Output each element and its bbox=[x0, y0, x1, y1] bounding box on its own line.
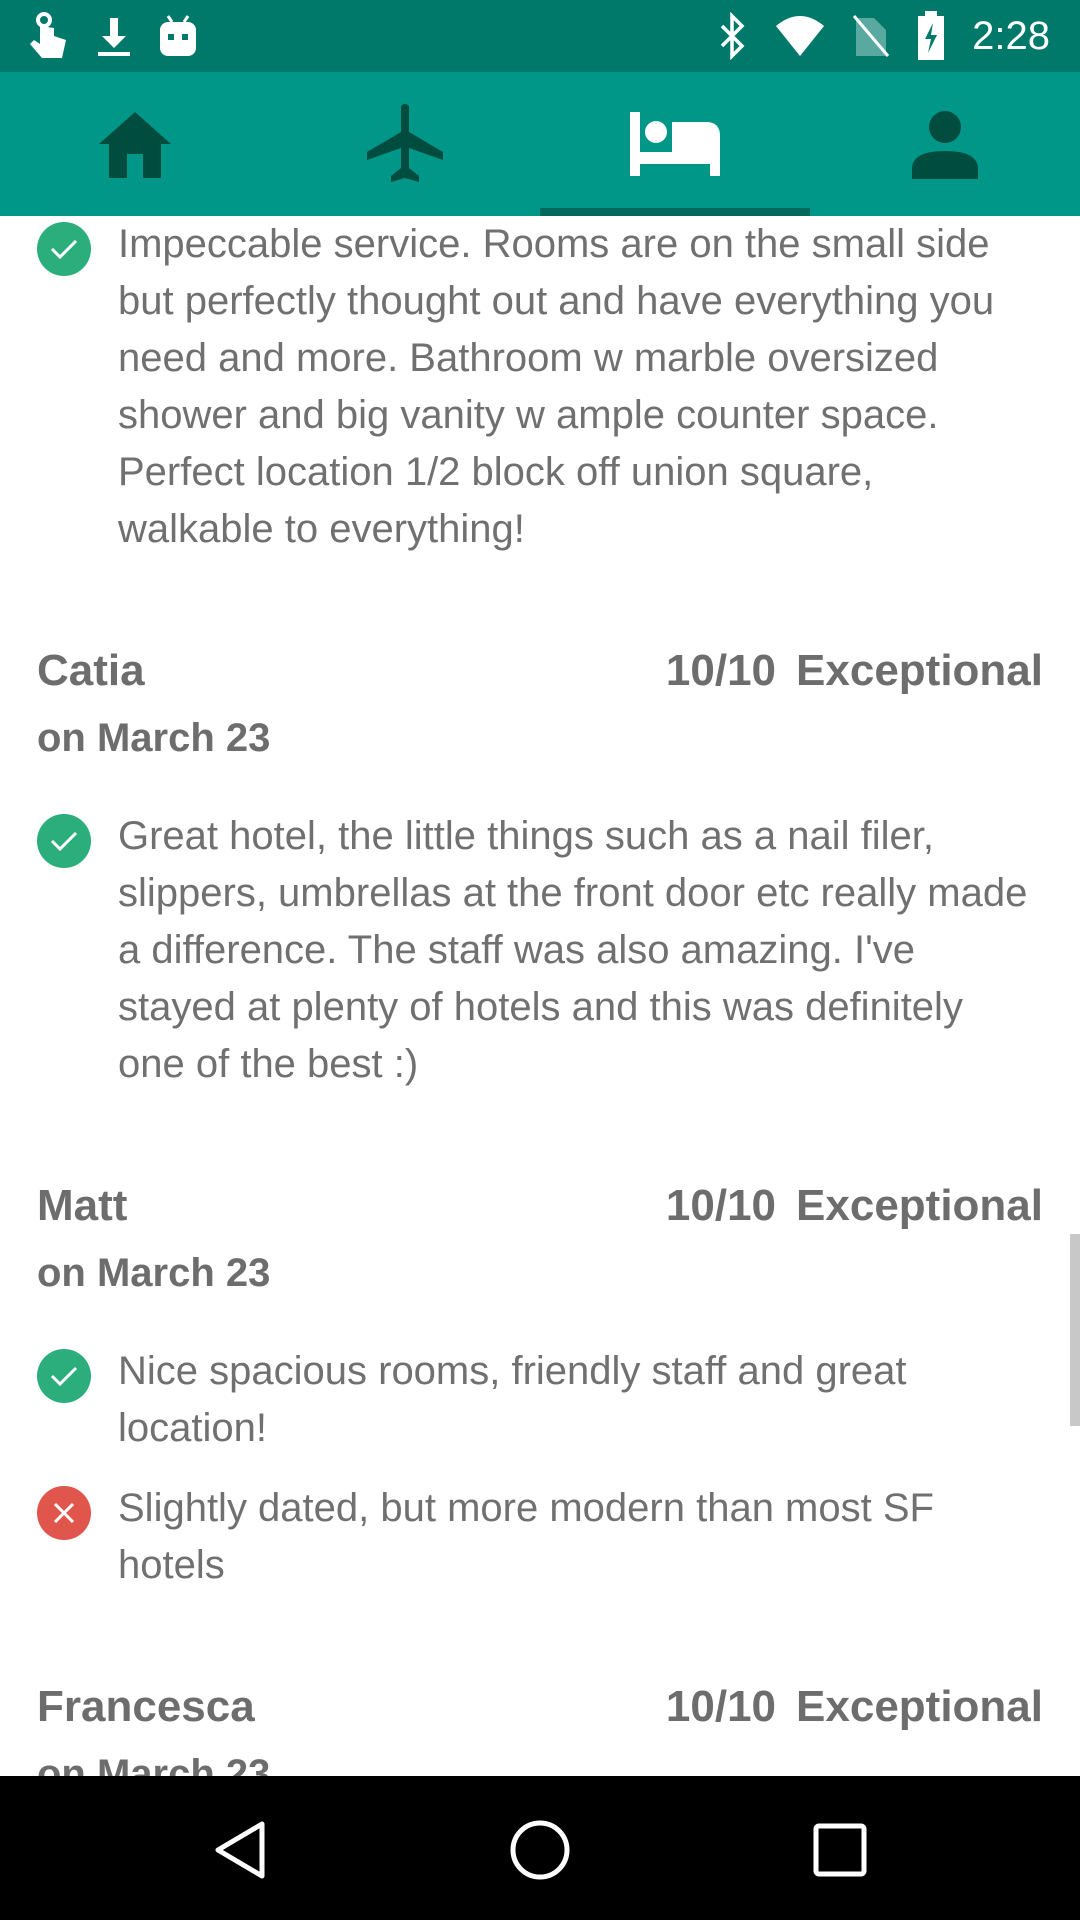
reviewer-name: Francesca bbox=[37, 1682, 255, 1731]
airplane-icon bbox=[365, 102, 445, 186]
review-score: 10/10 bbox=[665, 1181, 777, 1230]
tab-flights[interactable] bbox=[270, 72, 540, 216]
review-date: on March 23 bbox=[37, 1251, 271, 1295]
tab-account[interactable] bbox=[810, 72, 1080, 216]
scrollbar[interactable] bbox=[1070, 1234, 1080, 1426]
battery-charging-icon bbox=[916, 11, 946, 61]
review-score-label: Exceptional bbox=[796, 1181, 1043, 1230]
close-icon bbox=[37, 1486, 91, 1540]
review-point-positive: Impeccable service. Rooms are on the sma… bbox=[37, 216, 1043, 558]
review-rating: 10/10 Exceptional bbox=[666, 646, 1043, 696]
clock: 2:28 bbox=[972, 14, 1050, 58]
review-item: Matt 10/10 Exceptional on March 23 Nice … bbox=[0, 1181, 1080, 1594]
review-rating: 10/10 Exceptional bbox=[666, 1181, 1043, 1231]
back-triangle-icon bbox=[210, 1818, 270, 1887]
android-icon bbox=[158, 14, 198, 58]
check-icon bbox=[37, 1349, 91, 1403]
reviewer-name: Catia bbox=[37, 646, 145, 695]
reviewer-name: Matt bbox=[37, 1181, 128, 1230]
check-icon bbox=[37, 222, 91, 276]
home-circle-icon bbox=[508, 1818, 572, 1887]
reviews-list[interactable]: Impeccable service. Rooms are on the sma… bbox=[0, 216, 1080, 1776]
review-point-negative: Slightly dated, but more modern than mos… bbox=[37, 1480, 1043, 1594]
review-item: Impeccable service. Rooms are on the sma… bbox=[0, 216, 1080, 558]
recents-square-icon bbox=[812, 1822, 868, 1883]
review-point-positive: Nice spacious rooms, friendly staff and … bbox=[37, 1343, 1043, 1457]
review-item: Catia 10/10 Exceptional on March 23 Grea… bbox=[0, 646, 1080, 1093]
back-button[interactable] bbox=[200, 1812, 280, 1892]
home-icon bbox=[95, 108, 175, 180]
review-text: Great hotel, the little things such as a… bbox=[118, 814, 1028, 1086]
review-text: Impeccable service. Rooms are on the sma… bbox=[118, 222, 995, 551]
review-score: 10/10 bbox=[665, 1682, 777, 1731]
review-point-positive: Great hotel, the little things such as a… bbox=[37, 808, 1043, 1093]
review-score-label: Exceptional bbox=[796, 646, 1043, 695]
tab-hotels[interactable] bbox=[540, 72, 810, 216]
person-icon bbox=[910, 109, 980, 179]
download-icon bbox=[96, 12, 132, 60]
review-score-label: Exceptional bbox=[796, 1682, 1043, 1731]
recents-button[interactable] bbox=[800, 1812, 880, 1892]
bluetooth-icon bbox=[718, 12, 748, 60]
wifi-icon bbox=[774, 14, 826, 58]
review-rating: 10/10 Exceptional bbox=[666, 1682, 1043, 1732]
review-date: on March 23 bbox=[37, 716, 271, 760]
review-date: on March 23 bbox=[37, 1752, 271, 1776]
touch-icon bbox=[28, 12, 70, 60]
tab-bar bbox=[0, 72, 1080, 216]
no-sim-icon bbox=[852, 14, 890, 58]
tab-home[interactable] bbox=[0, 72, 270, 216]
status-bar: 2:28 bbox=[0, 0, 1080, 72]
review-text: Nice spacious rooms, friendly staff and … bbox=[118, 1349, 907, 1450]
bed-icon bbox=[630, 112, 720, 176]
home-button[interactable] bbox=[500, 1812, 580, 1892]
review-text: Slightly dated, but more modern than mos… bbox=[118, 1486, 934, 1587]
system-nav-bar bbox=[0, 1776, 1080, 1920]
check-icon bbox=[37, 814, 91, 868]
review-score: 10/10 bbox=[665, 646, 777, 695]
review-item: Francesca 10/10 Exceptional on March 23 bbox=[0, 1682, 1080, 1776]
